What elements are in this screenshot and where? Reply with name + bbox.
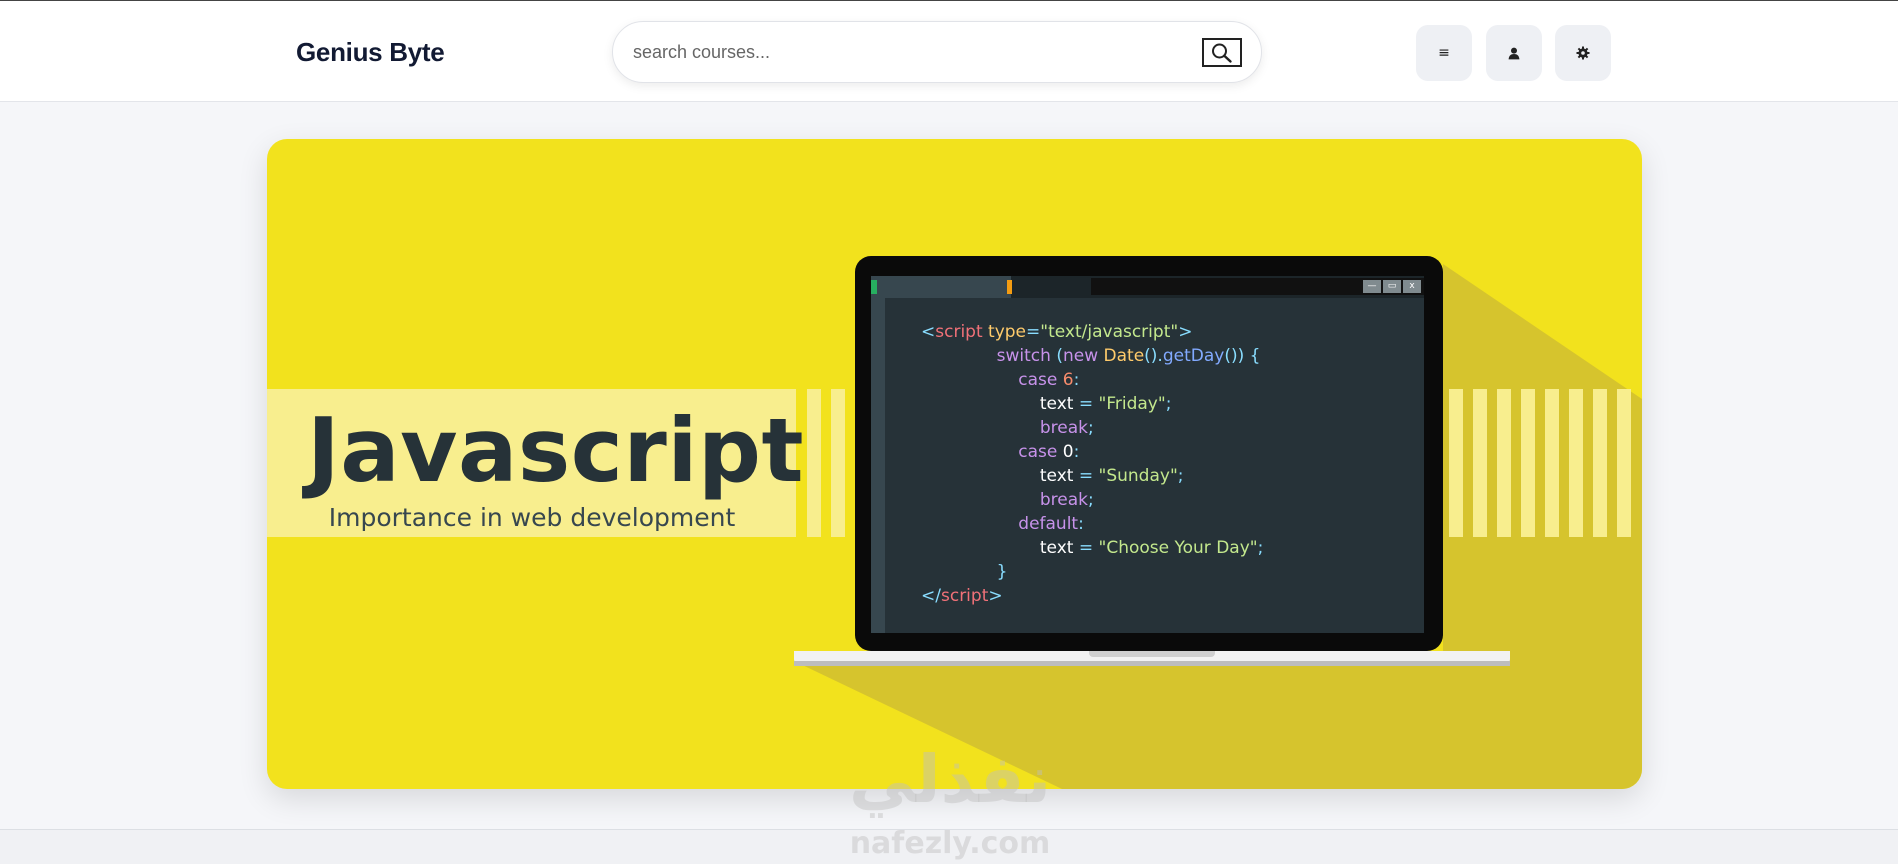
close-icon: x	[1403, 280, 1421, 293]
banner-title: Javascript	[307, 399, 805, 502]
stripe-bar	[1593, 389, 1607, 537]
minimize-icon: —	[1363, 280, 1381, 293]
search-icon	[1212, 43, 1232, 63]
menu-button[interactable]: ≡	[1416, 25, 1472, 81]
stripe-bars-left	[807, 389, 857, 537]
code-line: text = "Choose Your Day";	[1039, 538, 1264, 558]
settings-button[interactable]	[1555, 25, 1611, 81]
code-line: case 6:	[1018, 370, 1080, 390]
stripe-bar	[1449, 389, 1463, 537]
stripe-bar	[831, 389, 845, 537]
gear-icon	[1576, 46, 1590, 60]
brand-logo[interactable]: Genius Byte	[296, 37, 445, 68]
laptop-illustration: — ▭ x <script type="text/javascript"> sw…	[855, 256, 1443, 651]
laptop-notch	[1089, 651, 1215, 657]
code-line: break;	[1039, 418, 1094, 438]
search-input[interactable]	[633, 36, 1193, 68]
code-line: default:	[1018, 514, 1084, 534]
course-banner[interactable]: Javascript Importance in web development…	[267, 139, 1642, 789]
code-editor-screen: — ▭ x <script type="text/javascript"> sw…	[871, 276, 1424, 633]
search-bar	[612, 21, 1262, 83]
code-snippet: <script type="text/javascript"> switch (…	[921, 320, 1263, 608]
user-button[interactable]	[1486, 25, 1542, 81]
code-line: switch (new Date().getDay()) {	[996, 346, 1261, 366]
stripe-bar	[1497, 389, 1511, 537]
code-line: case 0:	[1018, 442, 1080, 462]
code-line: text = "Friday";	[1039, 394, 1172, 414]
user-icon	[1508, 47, 1520, 59]
stripe-bar	[1617, 389, 1631, 537]
search-button[interactable]	[1202, 38, 1242, 67]
site-header: Genius Byte ≡	[0, 1, 1898, 102]
editor-tabstrip: — ▭ x	[871, 276, 1424, 298]
stripe-bar	[1473, 389, 1487, 537]
stripe-bar	[807, 389, 821, 537]
menu-icon: ≡	[1438, 45, 1450, 61]
editor-gutter	[871, 298, 885, 633]
watermark-arabic: نفذلي	[849, 741, 1051, 818]
laptop-base-edge	[794, 661, 1510, 666]
code-line: text = "Sunday";	[1039, 466, 1184, 486]
code-line: break;	[1039, 490, 1094, 510]
code-line: <script type="text/javascript">	[921, 322, 1193, 342]
tab-marker-orange	[1007, 280, 1012, 294]
tab-marker-green	[871, 280, 877, 294]
stripe-bars-right	[1449, 389, 1642, 537]
watermark-url: nafezly.com	[849, 826, 1051, 861]
stripe-bar	[1521, 389, 1535, 537]
editor-tab	[871, 276, 1011, 298]
code-line: </script>	[921, 586, 1003, 606]
code-line: }	[996, 562, 1008, 582]
stripe-bar	[1545, 389, 1559, 537]
banner-subtitle: Importance in web development	[328, 503, 736, 532]
stripe-bar	[1569, 389, 1583, 537]
maximize-icon: ▭	[1383, 280, 1401, 293]
